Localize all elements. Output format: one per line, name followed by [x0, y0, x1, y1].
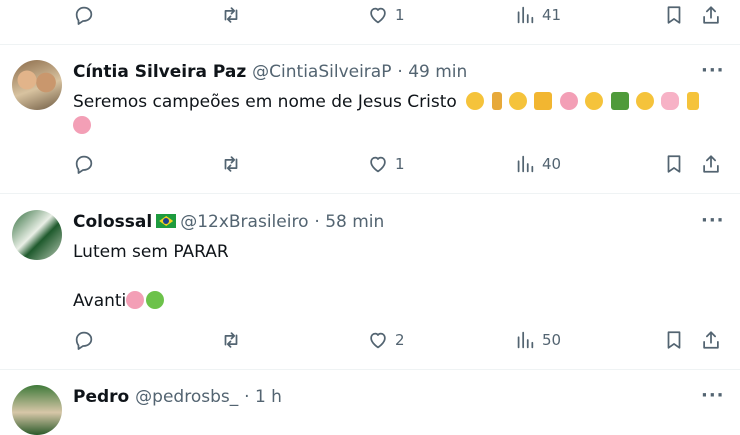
emoji-group	[466, 92, 701, 112]
repost-button[interactable]	[220, 4, 248, 26]
author-line: Colossal @12xBrasileiro · 58 min	[73, 212, 384, 232]
share-icon	[703, 331, 719, 349]
muscle-emoji-icon	[636, 92, 655, 110]
avatar[interactable]	[12, 60, 62, 110]
tweet-text-line: Seremos campeões em nome de Jesus Cristo	[73, 92, 457, 112]
reply-button[interactable]	[73, 153, 101, 175]
raised-hands-emoji-icon	[509, 92, 528, 110]
divider	[0, 369, 740, 370]
pig-emoji-icon	[661, 92, 680, 110]
bookmark-button[interactable]	[663, 153, 685, 175]
timestamp[interactable]: · 1 h	[244, 387, 282, 407]
avatar[interactable]	[12, 385, 62, 435]
brazil-flag-icon	[156, 214, 177, 228]
reply-button[interactable]	[73, 4, 101, 26]
like-button[interactable]: 1	[367, 4, 405, 26]
repost-icon	[224, 332, 238, 348]
divider	[0, 44, 740, 45]
avatar[interactable]	[12, 210, 62, 260]
author-line: Cíntia Silveira Paz @CintiaSilveiraP · 4…	[73, 62, 467, 82]
views-button[interactable]: 50	[514, 329, 561, 351]
timestamp[interactable]: · 58 min	[314, 212, 384, 232]
pig-face-emoji-icon	[559, 92, 578, 110]
views-button[interactable]: 41	[514, 4, 561, 26]
like-button[interactable]: 1	[367, 153, 405, 175]
views-button[interactable]: 40	[514, 153, 561, 175]
divider	[0, 193, 740, 194]
palm-tree-emoji-icon	[610, 92, 629, 110]
victory-hand-emoji-icon	[686, 92, 699, 110]
trophy-emoji-icon	[534, 92, 553, 110]
bookmark-icon	[667, 155, 681, 173]
share-button[interactable]	[700, 329, 722, 351]
repost-button[interactable]	[220, 153, 248, 175]
display-name[interactable]: Cíntia Silveira Paz	[73, 62, 246, 82]
bookmark-button[interactable]	[663, 329, 685, 351]
repost-icon	[224, 7, 238, 23]
tweet-text: Seremos campeões em nome de Jesus Cristo	[73, 90, 701, 114]
medal-emoji-icon	[491, 92, 502, 110]
heart-icon	[370, 7, 386, 24]
bookmark-icon	[667, 331, 681, 349]
share-button[interactable]	[700, 153, 722, 175]
reply-icon	[75, 155, 93, 174]
tweet-actions-previous: 1 41	[0, 4, 740, 30]
analytics-icon	[517, 155, 534, 173]
handle[interactable]: @CintiaSilveiraP	[252, 62, 391, 82]
handle[interactable]: @pedrosbs_	[135, 387, 238, 407]
reply-icon	[75, 6, 93, 25]
analytics-icon	[517, 331, 534, 349]
bookmark-icon	[667, 6, 681, 24]
handle[interactable]: @12xBrasileiro	[180, 212, 308, 232]
analytics-icon	[517, 6, 534, 24]
share-icon	[703, 155, 719, 173]
more-options-icon[interactable]: ···	[701, 210, 725, 231]
tweet-actions: 1 40	[0, 153, 740, 179]
pig-nose-emoji-icon	[73, 116, 91, 134]
display-name[interactable]: Colossal	[73, 212, 152, 232]
more-options-icon[interactable]: ···	[701, 385, 725, 406]
pig-face-emoji-icon	[126, 291, 145, 309]
repost-icon	[224, 156, 238, 172]
heart-icon	[370, 332, 386, 349]
green-heart-emoji-icon	[146, 291, 165, 309]
more-options-icon[interactable]: ···	[701, 60, 725, 81]
tweet-text-line-2: Avanti	[73, 289, 166, 313]
tweet-text-line: Lutem sem PARAR	[73, 242, 229, 262]
display-name[interactable]: Pedro	[73, 387, 129, 407]
heart-icon	[370, 156, 386, 173]
bookmark-button[interactable]	[663, 4, 685, 26]
share-button[interactable]	[700, 4, 722, 26]
tweet-text-continued	[73, 114, 93, 138]
like-button[interactable]: 2	[367, 329, 405, 351]
pray-emoji-icon	[466, 92, 485, 110]
repost-button[interactable]	[220, 329, 248, 351]
clap-emoji-icon	[585, 92, 604, 110]
share-icon	[703, 6, 719, 24]
tweet-actions: 2 50	[0, 329, 740, 355]
author-line: Pedro @pedrosbs_ · 1 h	[73, 387, 282, 407]
reply-icon	[75, 331, 93, 350]
reply-button[interactable]	[73, 329, 101, 351]
timestamp[interactable]: · 49 min	[397, 62, 467, 82]
